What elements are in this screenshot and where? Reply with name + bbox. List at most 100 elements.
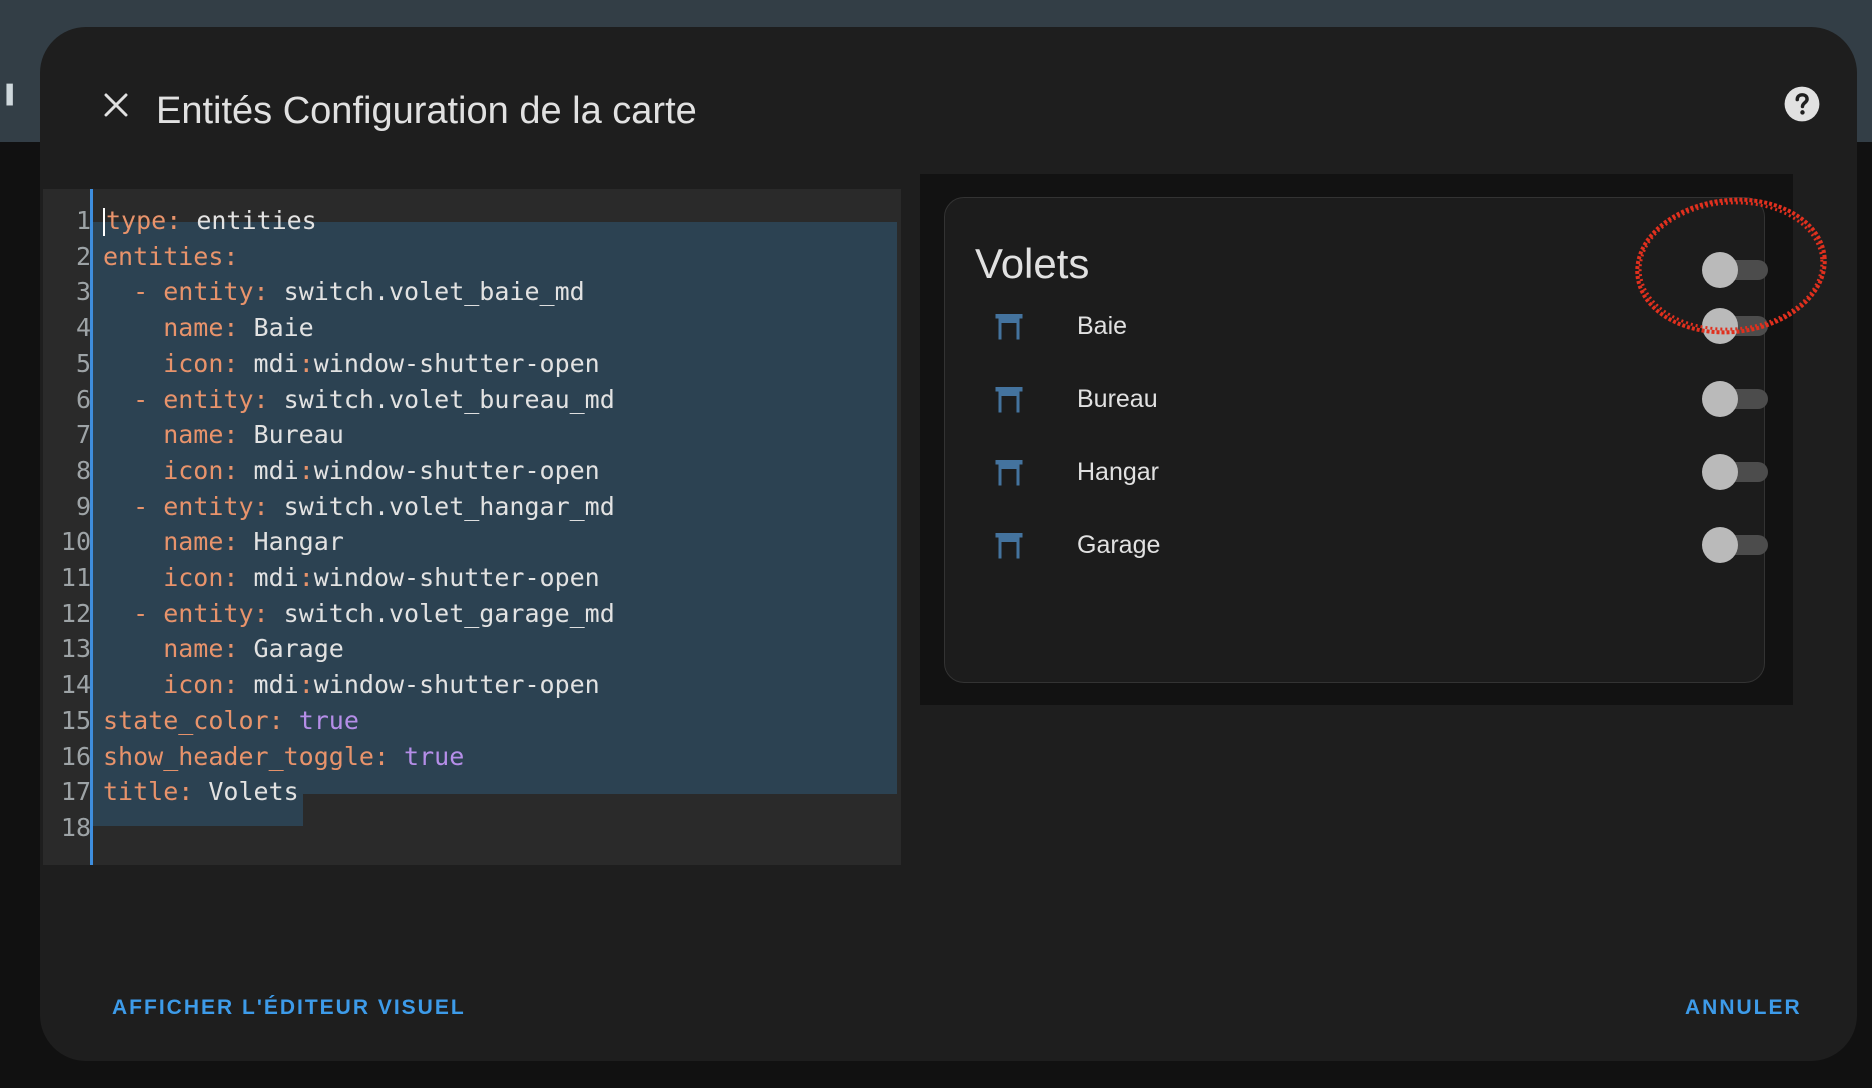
code-line[interactable]: name: Baie bbox=[103, 310, 314, 346]
yaml-punctuation: : bbox=[223, 241, 239, 271]
partial-icon: ▐ bbox=[0, 84, 13, 106]
line-number: 7 bbox=[75, 420, 91, 450]
yaml-key: state_color bbox=[103, 705, 269, 735]
line-number: 9 bbox=[75, 491, 91, 521]
entities-card-preview: Volets Baie Bureau Hangar Garage bbox=[944, 197, 1768, 683]
yaml-key: name bbox=[103, 634, 224, 664]
yaml-punctuation: : bbox=[253, 491, 284, 521]
yaml-value: switch.volet_bureau_md bbox=[283, 384, 615, 414]
yaml-key: entity bbox=[163, 598, 254, 628]
toggle-thumb bbox=[1702, 454, 1738, 490]
yaml-key: entities bbox=[103, 241, 224, 271]
code-line[interactable]: show_header_toggle: true bbox=[103, 739, 464, 775]
yaml-key: show_header_toggle bbox=[103, 741, 374, 771]
yaml-code-editor[interactable]: 1 2 3 4 5 6 7 8 9 10 11 12 13 14 15 16 17 18 type: entiti… bbox=[43, 189, 901, 865]
yaml-key: name bbox=[103, 527, 224, 557]
code-line[interactable]: name: Garage bbox=[103, 631, 344, 667]
editor-focus-border bbox=[90, 189, 93, 865]
yaml-punctuation: : bbox=[223, 634, 254, 664]
yaml-key: name bbox=[103, 420, 224, 450]
text-cursor bbox=[103, 208, 105, 236]
line-number: 13 bbox=[60, 634, 91, 664]
code-line[interactable]: type: entities bbox=[103, 203, 317, 239]
line-number: 10 bbox=[60, 527, 91, 557]
yaml-punctuation: : bbox=[298, 670, 314, 700]
cancel-button[interactable]: ANNULER bbox=[1685, 996, 1802, 1020]
yaml-key: icon bbox=[103, 348, 224, 378]
code-line[interactable]: - entity: switch.volet_baie_md bbox=[103, 274, 585, 310]
yaml-punctuation: : bbox=[223, 313, 254, 343]
yaml-punctuation: : bbox=[268, 705, 299, 735]
window-shutter-open-icon[interactable] bbox=[991, 454, 1027, 490]
yaml-punctuation: : bbox=[253, 384, 284, 414]
line-number: 15 bbox=[60, 705, 91, 735]
show-visual-editor-button[interactable]: AFFICHER L'ÉDITEUR VISUEL bbox=[112, 996, 466, 1020]
code-line[interactable]: icon: mdi:window-shutter-open bbox=[103, 667, 600, 703]
yaml-punctuation: : bbox=[373, 741, 405, 771]
code-line[interactable]: entities: bbox=[103, 239, 238, 275]
yaml-punctuation: : bbox=[298, 455, 314, 485]
entity-name[interactable]: Hangar bbox=[1077, 458, 1159, 487]
window-shutter-open-icon[interactable] bbox=[991, 527, 1027, 563]
window-shutter-open-icon[interactable] bbox=[991, 308, 1027, 344]
code-line[interactable]: - entity: switch.volet_bureau_md bbox=[103, 382, 615, 418]
yaml-punctuation: - bbox=[103, 277, 164, 307]
line-number: 14 bbox=[60, 670, 91, 700]
entity-toggle[interactable] bbox=[1702, 308, 1768, 344]
code-line[interactable]: icon: mdi:window-shutter-open bbox=[103, 346, 600, 382]
help-button[interactable] bbox=[1771, 73, 1833, 135]
entity-row: Garage bbox=[945, 515, 1768, 575]
toggle-thumb bbox=[1702, 308, 1738, 344]
yaml-punctuation: : bbox=[223, 455, 254, 485]
card-title: Volets bbox=[975, 240, 1090, 287]
toggle-thumb bbox=[1702, 252, 1738, 288]
line-number: 18 bbox=[60, 812, 91, 842]
code-line[interactable]: title: Volets bbox=[103, 774, 299, 810]
code-line[interactable]: - entity: switch.volet_garage_md bbox=[103, 596, 615, 632]
yaml-punctuation: : bbox=[178, 777, 209, 807]
yaml-value: switch.volet_garage_md bbox=[283, 598, 615, 628]
yaml-value: switch.volet_hangar_md bbox=[283, 491, 615, 521]
toggle-thumb bbox=[1702, 527, 1738, 563]
yaml-key: icon bbox=[103, 455, 224, 485]
entity-name[interactable]: Baie bbox=[1077, 312, 1127, 341]
yaml-value: window-shutter-open bbox=[313, 563, 600, 592]
header-toggle[interactable] bbox=[1702, 252, 1768, 288]
yaml-value: Garage bbox=[253, 634, 344, 664]
yaml-punctuation: : bbox=[223, 527, 254, 557]
entity-name[interactable]: Garage bbox=[1077, 531, 1160, 560]
yaml-punctuation: : bbox=[298, 348, 314, 378]
entity-toggle[interactable] bbox=[1702, 381, 1768, 417]
yaml-punctuation: : bbox=[253, 277, 284, 307]
code-line[interactable]: icon: mdi:window-shutter-open bbox=[103, 560, 600, 596]
entity-toggle[interactable] bbox=[1702, 527, 1768, 563]
yaml-punctuation: : bbox=[223, 670, 254, 700]
line-number: 3 bbox=[75, 277, 91, 307]
code-line[interactable]: icon: mdi:window-shutter-open bbox=[103, 453, 600, 489]
yaml-value: switch.volet_baie_md bbox=[283, 277, 585, 307]
yaml-value: Baie bbox=[253, 313, 314, 343]
yaml-key: entity bbox=[163, 384, 254, 414]
yaml-value: window-shutter-open bbox=[313, 348, 600, 378]
yaml-value: mdi bbox=[253, 670, 299, 700]
yaml-key: type bbox=[106, 206, 167, 235]
yaml-punctuation: - bbox=[103, 491, 164, 521]
entity-toggle[interactable] bbox=[1702, 454, 1768, 490]
close-icon bbox=[104, 93, 128, 117]
yaml-key: icon bbox=[103, 670, 224, 700]
line-number: 1 bbox=[75, 206, 91, 235]
yaml-punctuation: - bbox=[103, 598, 164, 628]
yaml-punctuation: : bbox=[166, 206, 197, 235]
yaml-key: entity bbox=[163, 491, 254, 521]
close-button[interactable] bbox=[91, 80, 141, 130]
yaml-punctuation: - bbox=[103, 384, 164, 414]
code-line[interactable]: state_color: true bbox=[103, 703, 359, 739]
code-line[interactable]: - entity: switch.volet_hangar_md bbox=[103, 489, 615, 525]
code-line[interactable]: name: Hangar bbox=[103, 524, 344, 560]
yaml-punctuation: : bbox=[253, 598, 284, 628]
window-shutter-open-icon[interactable] bbox=[991, 381, 1027, 417]
entity-name[interactable]: Bureau bbox=[1077, 385, 1158, 414]
yaml-key: name bbox=[103, 313, 224, 343]
code-line[interactable]: name: Bureau bbox=[103, 417, 344, 453]
line-number: 8 bbox=[75, 455, 91, 485]
